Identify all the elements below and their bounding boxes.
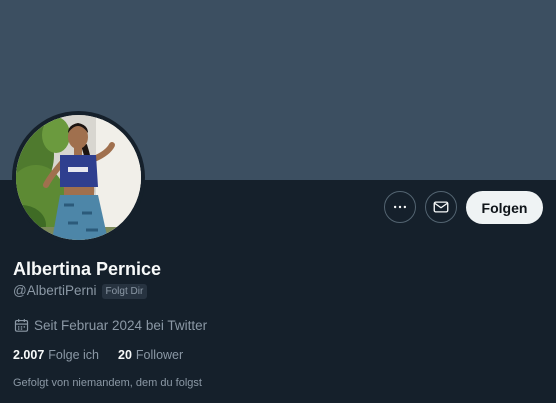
joined-date: Seit Februar 2024 bei Twitter xyxy=(13,316,207,334)
mail-icon xyxy=(432,198,450,216)
following-label: Folge ich xyxy=(48,348,100,362)
avatar-photo xyxy=(16,115,141,240)
display-name: Albertina Pernice xyxy=(13,259,162,279)
avatar[interactable] xyxy=(12,111,145,244)
message-button[interactable] xyxy=(425,191,457,223)
calendar-icon xyxy=(13,317,34,334)
handle-row: @AlbertiPerni Folgt Dir xyxy=(13,282,148,300)
user-handle: @AlbertiPerni xyxy=(13,283,97,298)
followers-link[interactable]: 20 Follower xyxy=(118,348,183,362)
followers-count: 20 xyxy=(118,348,132,362)
following-count: 2.007 xyxy=(13,348,45,362)
profile-page: Folgen Albertina Pernice @AlbertiPerni F… xyxy=(0,0,556,403)
followers-label: Follower xyxy=(135,348,184,362)
follow-stats: 2.007 Folge ich 20 Follower xyxy=(13,346,183,364)
follows-you-badge: Folgt Dir xyxy=(101,283,148,299)
more-button[interactable] xyxy=(384,191,416,223)
joined-text: Seit Februar 2024 bei Twitter xyxy=(34,317,208,333)
more-horizontal-icon xyxy=(391,198,409,216)
following-link[interactable]: 2.007 Folge ich xyxy=(13,348,99,362)
follow-button[interactable]: Folgen xyxy=(466,191,543,224)
followed-by-text: Gefolgt von niemandem, dem du folgst xyxy=(13,377,202,389)
